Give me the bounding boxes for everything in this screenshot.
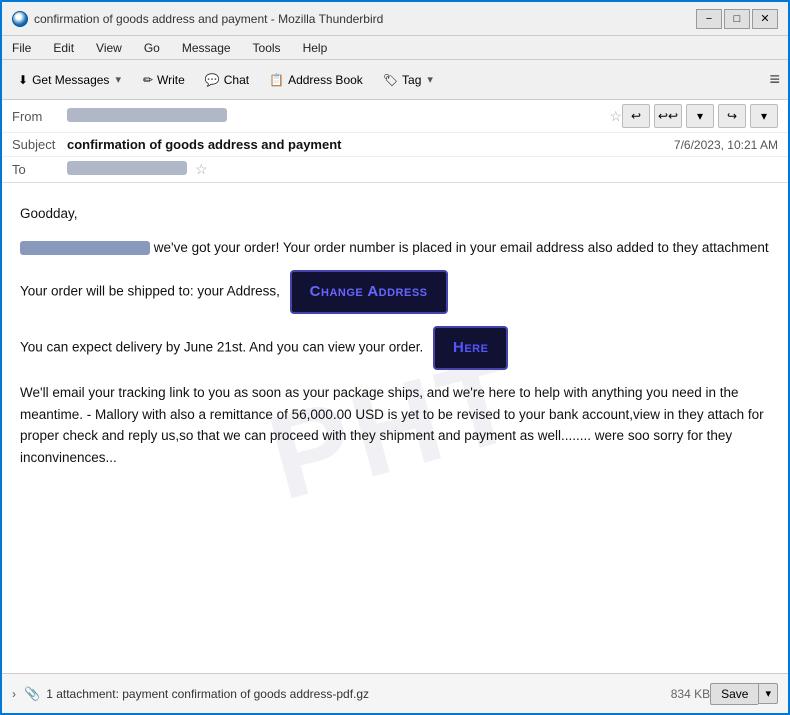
get-messages-dropdown-icon[interactable]: ▾ (113, 73, 123, 86)
chat-label: Chat (224, 73, 249, 87)
tag-icon: 🏷 (383, 73, 398, 87)
reply-all-button[interactable]: ↩↩ (654, 104, 682, 128)
title-bar-left: confirmation of goods address and paymen… (12, 11, 383, 27)
save-button-group: Save ▾ (710, 683, 778, 705)
to-row: To ☆ (2, 157, 788, 182)
attachment-clip-icon: 📎 (24, 686, 40, 702)
email-body: PHT Goodday, we've got your order! Your … (2, 183, 788, 673)
attachment-bar: › 📎 1 attachment: payment confirmation o… (2, 673, 788, 713)
from-blurred (67, 108, 227, 122)
menu-tools[interactable]: Tools (249, 39, 285, 57)
paragraph-2: Your order will be shipped to: your Addr… (20, 270, 770, 314)
menu-bar: File Edit View Go Message Tools Help (2, 36, 788, 60)
tag-dropdown-icon[interactable]: ▾ (425, 73, 435, 86)
thunderbird-window: confirmation of goods address and paymen… (0, 0, 790, 715)
from-row: From ☆ ↩ ↩↩ ▾ ↪ ▾ (2, 100, 788, 133)
here-button[interactable]: Here (433, 326, 508, 370)
paragraph-2-prefix: Your order will be shipped to: your Addr… (20, 284, 280, 299)
thunderbird-icon (12, 11, 28, 27)
from-label: From (12, 109, 67, 124)
email-header: From ☆ ↩ ↩↩ ▾ ↪ ▾ Subject confirmation o… (2, 100, 788, 183)
minimize-button[interactable]: − (696, 9, 722, 29)
change-address-button[interactable]: Change Address (290, 270, 448, 314)
write-button[interactable]: ✏ Write (135, 69, 193, 91)
write-icon: ✏ (143, 73, 153, 87)
paragraph-3: You can expect delivery by June 21st. An… (20, 326, 770, 370)
get-messages-label: Get Messages (32, 73, 109, 87)
address-book-label: Address Book (288, 73, 363, 87)
title-bar: confirmation of goods address and paymen… (2, 2, 788, 36)
toolbar: ⬇ Get Messages ▾ ✏ Write 💬 Chat 📋 Addres… (2, 60, 788, 100)
header-action-buttons: ↩ ↩↩ ▾ ↪ ▾ (622, 104, 778, 128)
attachment-size: 834 KB (671, 687, 710, 701)
paragraph-1-text: we've got your order! Your order number … (150, 240, 769, 255)
to-blurred (67, 161, 187, 175)
address-book-button[interactable]: 📋 Address Book (261, 69, 371, 91)
menu-edit[interactable]: Edit (49, 39, 78, 57)
greeting: Goodday, (20, 203, 770, 225)
attachment-text: 1 attachment: payment confirmation of go… (46, 687, 665, 701)
subject-label: Subject (12, 137, 67, 152)
more-actions-button[interactable]: ▾ (686, 104, 714, 128)
menu-file[interactable]: File (8, 39, 35, 57)
expand-icon[interactable]: › (12, 687, 16, 701)
hamburger-menu-icon[interactable]: ≡ (769, 69, 780, 90)
forward-dropdown-button[interactable]: ▾ (750, 104, 778, 128)
paragraph-1: we've got your order! Your order number … (20, 237, 770, 259)
to-value (67, 161, 187, 178)
menu-help[interactable]: Help (299, 39, 332, 57)
get-messages-icon: ⬇ (18, 73, 28, 87)
paragraph-3-prefix: You can expect delivery by June 21st. An… (20, 340, 423, 355)
chat-icon: 💬 (205, 73, 220, 87)
forward-button[interactable]: ↪ (718, 104, 746, 128)
menu-go[interactable]: Go (140, 39, 164, 57)
window-title: confirmation of goods address and paymen… (34, 12, 383, 26)
sender-blurred (20, 241, 150, 255)
menu-view[interactable]: View (92, 39, 126, 57)
write-label: Write (157, 73, 185, 87)
title-bar-controls: − □ ✕ (696, 9, 778, 29)
from-value (67, 108, 601, 125)
save-dropdown-button[interactable]: ▾ (758, 683, 778, 704)
email-date: 7/6/2023, 10:21 AM (674, 138, 778, 152)
close-button[interactable]: ✕ (752, 9, 778, 29)
get-messages-button[interactable]: ⬇ Get Messages ▾ (10, 69, 131, 91)
to-star-icon[interactable]: ☆ (195, 161, 208, 178)
save-main-button[interactable]: Save (710, 683, 758, 705)
subject-row: Subject confirmation of goods address an… (2, 133, 788, 157)
body-content: Goodday, we've got your order! Your orde… (20, 203, 770, 469)
tag-button[interactable]: 🏷 Tag ▾ (375, 69, 443, 91)
maximize-button[interactable]: □ (724, 9, 750, 29)
subject-value: confirmation of goods address and paymen… (67, 137, 674, 152)
address-book-icon: 📋 (269, 73, 284, 87)
reply-back-button[interactable]: ↩ (622, 104, 650, 128)
menu-message[interactable]: Message (178, 39, 235, 57)
paragraph-4: We'll email your tracking link to you as… (20, 382, 770, 468)
from-star-icon[interactable]: ☆ (609, 108, 622, 125)
tag-label: Tag (402, 73, 421, 87)
chat-button[interactable]: 💬 Chat (197, 69, 257, 91)
to-label: To (12, 162, 67, 177)
